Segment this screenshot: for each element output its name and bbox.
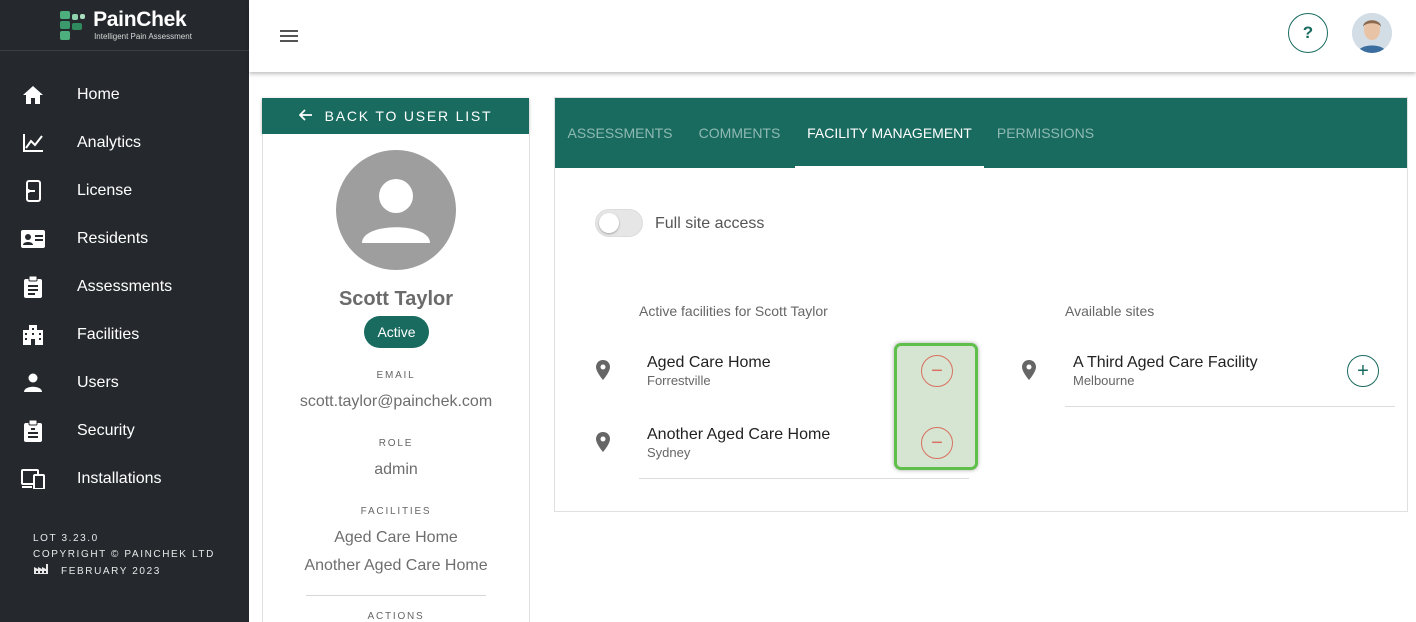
- sidebar-item-label: Home: [77, 86, 120, 103]
- sidebar-item-label: Security: [77, 422, 135, 439]
- facilities-label: FACILITIES: [360, 506, 432, 517]
- role-label: ROLE: [378, 438, 414, 449]
- active-facilities-heading: Active facilities for Scott Taylor: [639, 303, 828, 319]
- sidebar-item-label: Facilities: [77, 326, 140, 343]
- sidebar-nav: Home Analytics License Residents Assessm…: [0, 71, 249, 503]
- list-divider: [1065, 406, 1395, 407]
- sidebar-item-security[interactable]: Security: [0, 407, 249, 455]
- sidebar-item-license[interactable]: License: [0, 167, 249, 215]
- location-pin-icon: [591, 430, 615, 454]
- tab-permissions[interactable]: PERMISSIONS: [985, 98, 1106, 168]
- minus-icon: −: [931, 431, 943, 454]
- installations-icon: [21, 467, 45, 491]
- actions-label: ACTIONS: [367, 611, 425, 622]
- remove-facility-button[interactable]: −: [921, 355, 953, 387]
- version-text: LOT 3.23.0: [33, 533, 99, 544]
- logo[interactable]: PainChek Intelligent Pain Assessment: [0, 0, 249, 51]
- location-pin-icon: [1017, 358, 1041, 382]
- security-icon: [21, 419, 45, 443]
- factory-icon: [33, 563, 49, 581]
- role-value: admin: [374, 461, 418, 478]
- sidebar-footer: LOT 3.23.0 COPYRIGHT © PAINCHEK LTD FEBR…: [33, 531, 215, 581]
- status-badge: Active: [364, 316, 429, 348]
- top-bar: ?: [249, 0, 1416, 72]
- sidebar-item-home[interactable]: Home: [0, 71, 249, 119]
- assessments-icon: [21, 275, 45, 299]
- users-icon: [21, 371, 45, 395]
- available-site-location: Melbourne: [1073, 373, 1135, 388]
- full-site-access-toggle[interactable]: [595, 209, 645, 239]
- copyright-text: COPYRIGHT © PAINCHEK LTD: [33, 549, 215, 560]
- divider: [306, 595, 486, 596]
- analytics-icon: [21, 131, 45, 155]
- tab-facility-management[interactable]: FACILITY MANAGEMENT: [795, 98, 984, 168]
- sidebar-item-assessments[interactable]: Assessments: [0, 263, 249, 311]
- arrow-left-icon: [298, 108, 313, 124]
- user-avatar[interactable]: [1352, 13, 1392, 53]
- full-site-access-label: Full site access: [655, 215, 765, 232]
- painchek-logo-icon: [57, 9, 87, 41]
- sidebar-item-analytics[interactable]: Analytics: [0, 119, 249, 167]
- user-profile-card: Scott Taylor Active EMAIL scott.taylor@p…: [262, 134, 530, 622]
- sidebar-item-users[interactable]: Users: [0, 359, 249, 407]
- brand-name: PainChek: [93, 8, 187, 31]
- tab-assessments[interactable]: ASSESSMENTS: [555, 98, 685, 168]
- home-icon: [21, 83, 45, 107]
- add-site-button[interactable]: +: [1347, 355, 1379, 387]
- active-facility-name: Another Aged Care Home: [647, 426, 831, 443]
- sidebar-item-label: Users: [77, 374, 119, 391]
- remove-facility-button[interactable]: −: [921, 427, 953, 459]
- hamburger-menu-icon[interactable]: [277, 24, 301, 48]
- profile-avatar-icon: [336, 150, 456, 270]
- facility-item: Aged Care Home: [334, 529, 458, 546]
- minus-icon: −: [931, 359, 943, 382]
- sidebar-item-residents[interactable]: Residents: [0, 215, 249, 263]
- email-value: scott.taylor@painchek.com: [299, 393, 493, 410]
- residents-icon: [21, 227, 45, 251]
- list-divider: [639, 478, 969, 479]
- available-site-name: A Third Aged Care Facility: [1073, 354, 1258, 371]
- tab-bar: ASSESSMENTS COMMENTS FACILITY MANAGEMENT…: [555, 98, 1407, 168]
- tab-comments[interactable]: COMMENTS: [686, 98, 793, 168]
- facility-item: Another Aged Care Home: [304, 557, 488, 574]
- sidebar-item-label: Residents: [77, 230, 149, 247]
- sidebar-item-label: Analytics: [77, 134, 142, 151]
- email-label: EMAIL: [376, 370, 416, 381]
- brand-tagline: Intelligent Pain Assessment: [94, 32, 192, 41]
- sidebar-item-facilities[interactable]: Facilities: [0, 311, 249, 359]
- facility-panel: ASSESSMENTS COMMENTS FACILITY MANAGEMENT…: [554, 97, 1408, 512]
- build-date-text: FEBRUARY 2023: [61, 566, 161, 577]
- sidebar: PainChek Intelligent Pain Assessment Hom…: [0, 0, 249, 622]
- facilities-icon: [21, 323, 45, 347]
- plus-icon: +: [1357, 359, 1369, 382]
- back-button-label: BACK TO USER LIST: [324, 108, 493, 124]
- location-pin-icon: [591, 358, 615, 382]
- active-facility-name: Aged Care Home: [647, 354, 771, 371]
- available-sites-heading: Available sites: [1065, 303, 1155, 319]
- active-facility-location: Sydney: [647, 445, 691, 460]
- active-facility-location: Forrestville: [647, 373, 711, 388]
- sidebar-item-label: License: [77, 182, 133, 199]
- sidebar-item-installations[interactable]: Installations: [0, 455, 249, 503]
- license-icon: [21, 179, 45, 203]
- back-to-user-list-button[interactable]: BACK TO USER LIST: [262, 98, 529, 134]
- sidebar-item-label: Assessments: [77, 278, 173, 295]
- help-button[interactable]: ?: [1288, 13, 1328, 53]
- profile-name: Scott Taylor: [338, 288, 454, 310]
- sidebar-item-label: Installations: [77, 470, 162, 487]
